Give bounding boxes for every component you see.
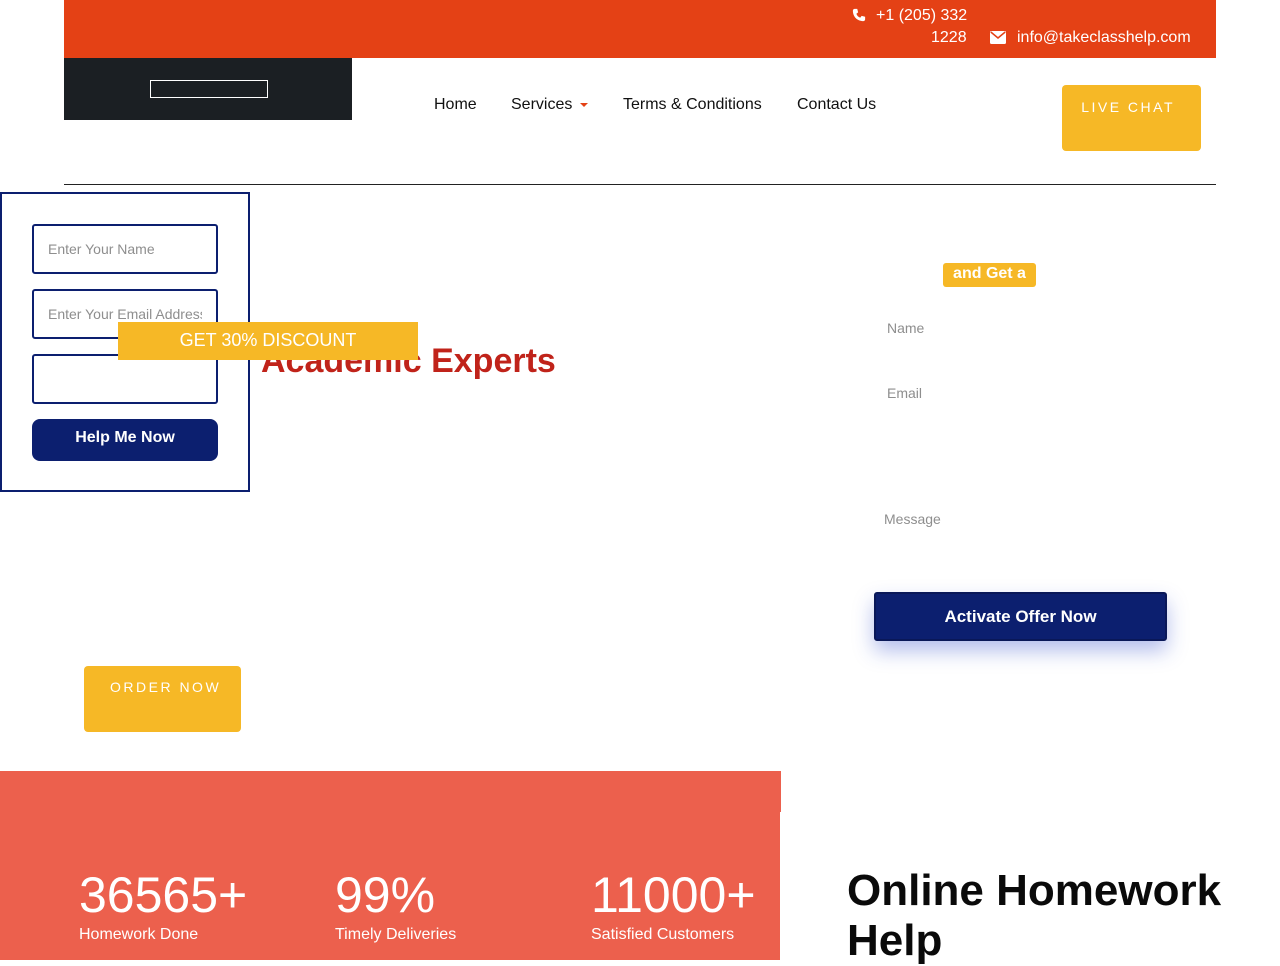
live-chat-button[interactable]: LIVE CHAT	[1062, 85, 1201, 151]
name-input[interactable]	[32, 224, 218, 274]
nav-services-label: Services	[511, 96, 573, 113]
stat-homework-value: 36565+	[79, 867, 248, 923]
offer-name-field[interactable]: Name	[887, 320, 924, 336]
discount-banner[interactable]: GET 30% DISCOUNT	[118, 322, 418, 360]
offer-message-field[interactable]: Message	[884, 511, 941, 527]
offer-email-field[interactable]: Email	[887, 385, 922, 401]
site-logo[interactable]	[64, 58, 352, 120]
stat-homework-label: Homework Done	[79, 926, 199, 943]
nav-terms[interactable]: Terms & Conditions	[623, 96, 762, 114]
stat-customers-value: 11000+	[591, 867, 756, 923]
header-divider	[64, 184, 1216, 185]
nav-home[interactable]: Home	[434, 96, 477, 114]
logo-image-placeholder	[150, 80, 268, 98]
envelope-icon	[990, 31, 1006, 44]
nav-contact[interactable]: Contact Us	[797, 96, 876, 114]
nav-services[interactable]: Services	[511, 96, 589, 114]
extra-input[interactable]	[32, 354, 218, 404]
phone-number-line2[interactable]: 1228	[931, 29, 967, 47]
caret-down-icon	[580, 102, 589, 107]
order-now-button[interactable]: ORDER NOW	[84, 666, 241, 732]
email-link[interactable]: info@takeclasshelp.com	[1017, 29, 1191, 47]
stat-deliveries-label: Timely Deliveries	[335, 926, 457, 943]
section-title: Online Homework Help	[847, 866, 1222, 965]
stat-deliveries-value: 99%	[335, 867, 436, 923]
help-me-now-button[interactable]: Help Me Now	[32, 419, 218, 461]
stat-customers-label: Satisfied Customers	[591, 926, 735, 943]
activate-offer-button[interactable]: Activate Offer Now	[874, 592, 1167, 641]
phone-number-line1[interactable]: +1 (205) 332	[876, 7, 967, 25]
top-contact-bar: +1 (205) 332 1228 info@takeclasshelp.com	[64, 0, 1216, 58]
offer-badge: and Get a	[943, 263, 1036, 287]
phone-icon	[852, 8, 866, 22]
stats-band-edge	[780, 812, 782, 960]
